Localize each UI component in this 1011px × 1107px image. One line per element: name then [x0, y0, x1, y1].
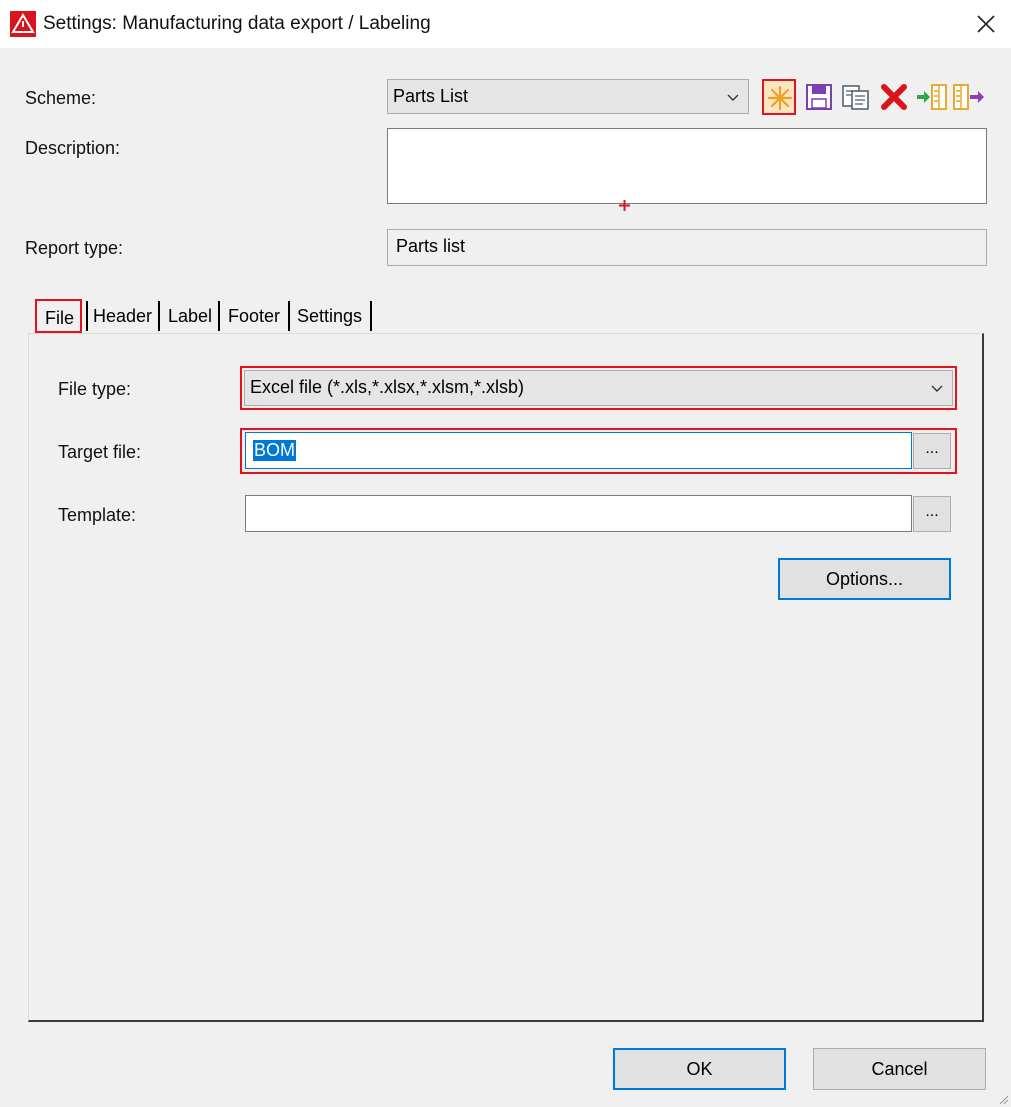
import-scheme-icon: [917, 84, 947, 110]
delete-scheme-button[interactable]: [877, 79, 911, 115]
file-type-label: File type:: [58, 379, 132, 399]
report-type-label: Report type:: [25, 238, 124, 258]
report-type-field: Parts list: [387, 229, 987, 266]
file-type-dropdown[interactable]: Excel file (*.xls,*.xlsx,*.xlsm,*.xlsb): [244, 370, 953, 406]
template-input[interactable]: [245, 495, 912, 532]
report-type-value: Parts list: [396, 236, 466, 256]
close-icon: [977, 15, 995, 33]
import-scheme-button[interactable]: [913, 79, 947, 115]
tab-separator: [218, 301, 220, 331]
tab-file-label: File: [45, 308, 75, 328]
tab-separator: [158, 301, 160, 331]
delete-scheme-icon: [881, 84, 907, 110]
scheme-label: Scheme:: [25, 88, 97, 108]
new-scheme-button[interactable]: [762, 79, 796, 115]
export-scheme-button[interactable]: [950, 79, 984, 115]
title-bar: Settings: Manufacturing data export / La…: [0, 0, 1011, 48]
tab-separator: [86, 301, 88, 331]
cancel-button[interactable]: Cancel: [813, 1048, 986, 1090]
copy-scheme-button[interactable]: [838, 79, 872, 115]
app-warning-logo-icon: [10, 11, 36, 37]
tab-label-label: Label: [168, 306, 213, 326]
template-label: Template:: [58, 505, 137, 525]
target-file-value: BOM: [253, 440, 297, 461]
tab-footer-label: Footer: [228, 306, 281, 326]
close-button[interactable]: [970, 8, 1002, 40]
target-file-input[interactable]: BOM: [245, 432, 912, 469]
new-scheme-icon: [767, 85, 793, 111]
options-button-label: Options...: [825, 569, 904, 589]
tab-file[interactable]: File: [35, 299, 82, 333]
save-scheme-icon: [806, 84, 832, 110]
options-button[interactable]: Options...: [778, 558, 951, 600]
tab-separator: [288, 301, 290, 331]
ok-button[interactable]: OK: [613, 1048, 786, 1090]
resize-crosshair-icon: [619, 200, 630, 211]
scheme-value: Parts List: [393, 86, 469, 106]
chevron-down-icon: [727, 94, 739, 101]
tab-settings-label: Settings: [297, 306, 363, 326]
ok-button-label: OK: [686, 1059, 713, 1079]
target-file-label: Target file:: [58, 442, 142, 462]
description-textarea[interactable]: [387, 128, 987, 204]
template-browse-button[interactable]: ...: [913, 496, 951, 532]
window-title: Settings: Manufacturing data export / La…: [43, 13, 431, 34]
file-type-value: Excel file (*.xls,*.xlsx,*.xlsm,*.xlsb): [250, 377, 525, 397]
save-scheme-button[interactable]: [802, 79, 836, 115]
tab-header[interactable]: Header: [86, 299, 160, 333]
tab-separator: [370, 301, 372, 331]
resize-grip-icon[interactable]: [997, 1093, 1009, 1105]
description-label: Description:: [25, 138, 121, 158]
tab-settings[interactable]: Settings: [292, 299, 372, 333]
scheme-dropdown[interactable]: Parts List: [387, 79, 749, 114]
tab-label[interactable]: Label: [162, 299, 220, 333]
target-file-browse-button[interactable]: ...: [913, 433, 951, 469]
copy-scheme-icon: [842, 85, 869, 110]
export-scheme-icon: [953, 84, 984, 110]
tab-footer[interactable]: Footer: [222, 299, 290, 333]
chevron-down-icon: [931, 385, 943, 392]
cancel-button-label: Cancel: [871, 1059, 928, 1079]
tab-header-label: Header: [93, 306, 153, 326]
